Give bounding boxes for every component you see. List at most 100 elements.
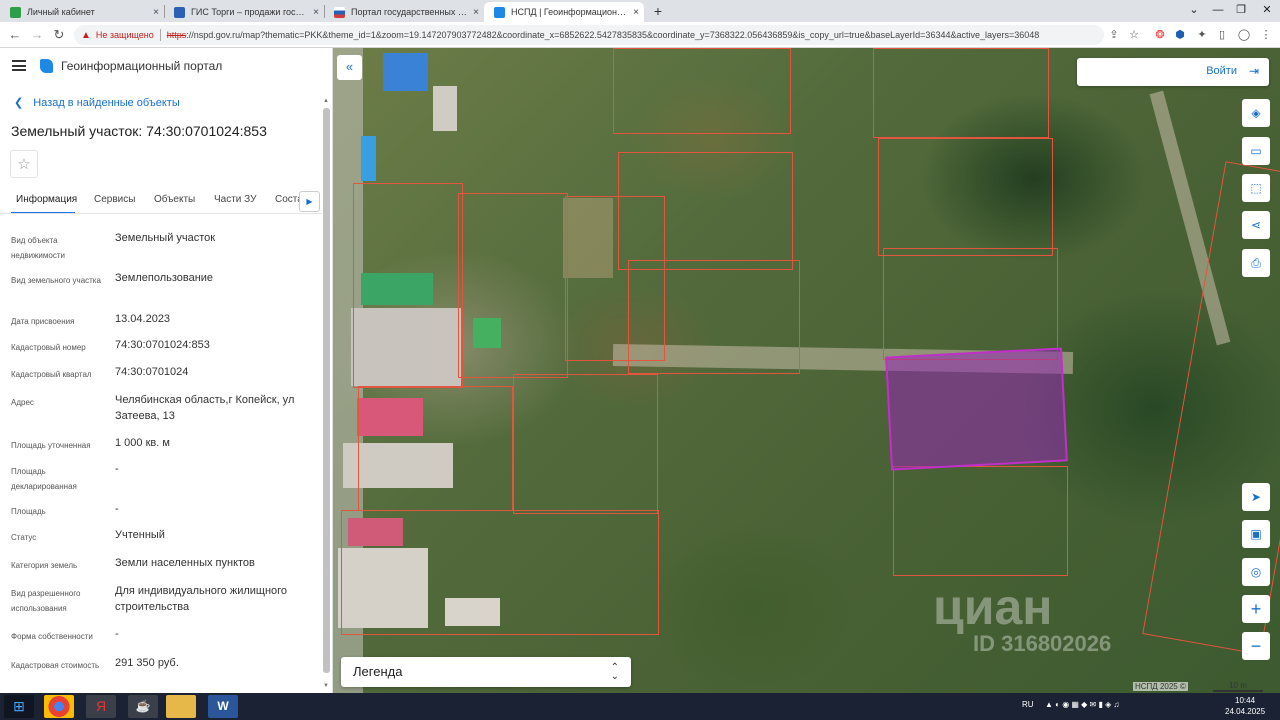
tab-objects[interactable]: Объекты	[154, 194, 195, 205]
portal-logo-icon	[40, 59, 53, 73]
cadastral-plot[interactable]	[883, 248, 1058, 360]
file-explorer-app-icon[interactable]	[166, 695, 196, 718]
java-app-icon[interactable]: ☕	[128, 695, 158, 718]
tab-information[interactable]: Информация	[16, 194, 77, 205]
share-map-icon[interactable]: ⋖	[1242, 211, 1270, 239]
share-icon[interactable]: ⇪	[1106, 27, 1122, 43]
prop-label: Дата присвоения	[11, 317, 75, 326]
close-tab-icon[interactable]: ×	[468, 7, 484, 18]
maximize-icon[interactable]: ❐	[1230, 0, 1252, 22]
satellite-map[interactable]: циан ID 316802026 « Войти ⇥ ◈ ▭ ⬚ ⋖ ⎙ ➤ …	[333, 48, 1280, 693]
not-secure-label[interactable]: Не защищено	[96, 30, 154, 40]
login-arrow-icon: ⇥	[1248, 64, 1259, 78]
back-link-label: Назад в найденные объекты	[33, 96, 180, 109]
login-button[interactable]: Войти ⇥	[1077, 58, 1269, 86]
url-input[interactable]: ▲ Не защищено https ://nspd.gov.ru/map?t…	[74, 25, 1104, 45]
selection-icon[interactable]: ⬚	[1242, 174, 1270, 202]
tab-title: НСПД | Геоинформационный п	[511, 7, 628, 17]
prop-value: Земли населенных пунктов	[115, 557, 255, 569]
prop-label: Площадь декларированная	[11, 467, 77, 491]
zoom-in-button[interactable]: +	[1242, 595, 1270, 623]
back-arrow-icon[interactable]: ←	[6, 26, 24, 44]
portal-title[interactable]: Геоинформационный портал	[61, 59, 222, 73]
system-clock[interactable]: 10:44 24.04.2025	[1225, 695, 1265, 717]
close-window-icon[interactable]: ✕	[1256, 0, 1278, 22]
cadastral-plot[interactable]	[878, 138, 1053, 256]
zoom-out-button[interactable]: −	[1242, 632, 1270, 660]
start-windows-icon[interactable]: ⊞	[4, 695, 34, 718]
panel-scrollbar[interactable]	[323, 108, 330, 673]
site-favicon-icon	[10, 6, 21, 18]
cadastral-plot[interactable]	[613, 48, 791, 134]
tabs-scroll-right-icon[interactable]: ▶	[299, 191, 320, 212]
prop-label: Статус	[11, 533, 37, 542]
chevron-left-icon: ❮	[14, 97, 24, 109]
prop-label: Кадастровый номер	[11, 343, 86, 352]
hamburger-menu-icon[interactable]	[12, 60, 26, 71]
prop-value: 74:30:0701024:853	[115, 339, 210, 351]
forward-arrow-icon[interactable]: →	[28, 26, 46, 44]
prop-value: Землепользование	[115, 272, 214, 284]
profile-avatar-icon[interactable]: ◯	[1236, 27, 1252, 43]
cadastral-plot[interactable]	[458, 193, 568, 378]
scroll-up-icon[interactable]: ▲	[323, 98, 329, 104]
clock-date: 24.04.2025	[1225, 707, 1266, 716]
keyboard-language[interactable]: RU	[1022, 700, 1034, 709]
cadastral-plot[interactable]	[618, 152, 793, 270]
url-scheme: https	[166, 30, 187, 40]
extensions-puzzle-icon[interactable]: ✦	[1194, 27, 1210, 43]
login-label: Войти	[1206, 65, 1237, 77]
layers-icon[interactable]: ◈	[1242, 99, 1270, 127]
browser-tab-active[interactable]: НСПД | Геоинформационный п ×	[484, 2, 644, 22]
ruler-icon[interactable]: ▭	[1242, 137, 1270, 165]
tray-icons[interactable]: ▲ ◐ ◉ ▦ ◆ ✉ ▮ ◈ ♫	[1045, 700, 1119, 709]
yandex-browser-app-icon[interactable]: Я	[86, 695, 116, 718]
site-favicon-icon	[174, 6, 185, 18]
prop-label: Адрес	[11, 398, 34, 407]
cian-watermark: циан	[933, 579, 1053, 635]
new-tab-button[interactable]: +	[650, 3, 666, 19]
cadastral-plot[interactable]	[513, 374, 658, 514]
close-tab-icon[interactable]: ×	[628, 7, 644, 18]
prop-value: -	[115, 463, 119, 475]
minimap-icon[interactable]: ▣	[1242, 520, 1270, 548]
cadastral-plot[interactable]	[628, 260, 800, 374]
browser-menu-icon[interactable]: ⋮	[1258, 27, 1274, 43]
reload-icon[interactable]: ↻	[50, 26, 68, 44]
close-tab-icon[interactable]: ×	[148, 7, 164, 18]
browser-tab[interactable]: Личный кабинет ×	[0, 2, 164, 22]
back-to-results-link[interactable]: ❮ Назад в найденные объекты	[14, 96, 180, 110]
legend-dropdown[interactable]: Легенда ⌃ ⌄	[341, 657, 631, 687]
geolocation-icon[interactable]: ➤	[1242, 483, 1270, 511]
side-panel-icon[interactable]: ▯	[1214, 27, 1230, 43]
word-app-icon[interactable]: W	[208, 695, 238, 718]
favorite-star-button[interactable]: ☆	[10, 150, 38, 178]
cadastral-plot[interactable]	[358, 386, 513, 511]
collapse-panel-button[interactable]: «	[337, 55, 362, 80]
bookmark-star-icon[interactable]: ☆	[1126, 27, 1142, 43]
tab-services[interactable]: Сервисы	[94, 194, 135, 205]
prop-value: Учтенный	[115, 529, 165, 541]
browser-tab[interactable]: ГИС Торги – продажи государст ×	[164, 2, 324, 22]
chrome-app-icon[interactable]	[44, 695, 74, 718]
site-favicon-icon	[334, 6, 345, 18]
close-tab-icon[interactable]: ×	[308, 7, 324, 18]
search-location-icon[interactable]: ◎	[1242, 558, 1270, 586]
selected-land-plot[interactable]	[885, 347, 1068, 471]
cadastral-plot[interactable]	[893, 466, 1068, 576]
map-scale-bar: 10 m	[1213, 681, 1263, 692]
tab-parts[interactable]: Части ЗУ	[214, 194, 256, 205]
minimize-icon[interactable]: —	[1207, 0, 1229, 22]
tab-search-icon[interactable]: ⌄	[1183, 0, 1205, 22]
shield-extension-icon[interactable]: ⬢	[1172, 27, 1188, 43]
cadastral-plot[interactable]	[353, 183, 463, 388]
print-icon[interactable]: ⎙	[1242, 249, 1270, 277]
cadastral-plot[interactable]	[873, 48, 1049, 138]
browser-tab[interactable]: Портал государственных услуг ×	[324, 2, 484, 22]
prop-value: 74:30:0701024	[115, 366, 189, 378]
windows-taskbar: ⊞ Я ☕ W RU ▲ ◐ ◉ ▦ ◆ ✉ ▮ ◈ ♫ 10:44 24.04…	[0, 693, 1280, 720]
cadastral-plot[interactable]	[341, 510, 659, 635]
yandex-extension-icon[interactable]: ❂	[1152, 27, 1168, 43]
scroll-down-icon[interactable]: ▼	[323, 683, 329, 689]
map-building	[383, 53, 428, 91]
